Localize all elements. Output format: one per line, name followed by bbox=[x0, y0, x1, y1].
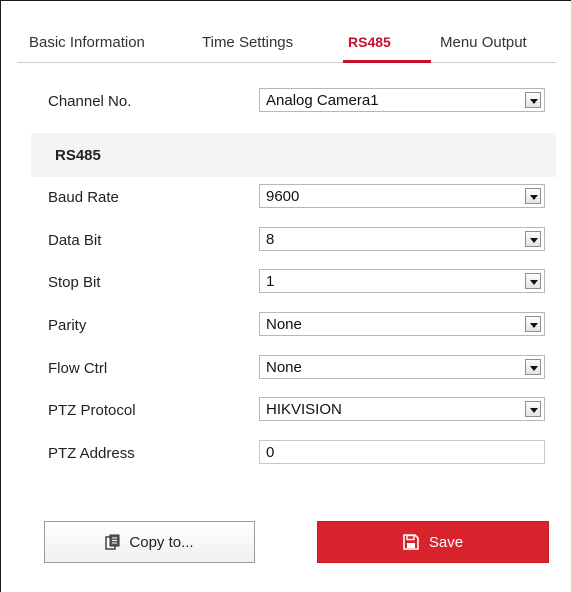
flow-ctrl-select[interactable]: None bbox=[259, 355, 545, 379]
parity-value: None bbox=[266, 316, 302, 333]
copy-to-button[interactable]: Copy to... bbox=[44, 521, 255, 563]
chevron-down-icon[interactable] bbox=[525, 92, 541, 108]
data-bit-select[interactable]: 8 bbox=[259, 227, 545, 251]
stop-bit-value: 1 bbox=[266, 273, 275, 290]
chevron-down-icon[interactable] bbox=[525, 231, 541, 247]
save-button[interactable]: Save bbox=[317, 521, 549, 563]
stop-bit-label: Stop Bit bbox=[48, 274, 101, 291]
channel-label: Channel No. bbox=[48, 93, 132, 110]
config-panel: Basic Information Time Settings RS485 Me… bbox=[0, 0, 571, 592]
ptz-protocol-select[interactable]: HIKVISION bbox=[259, 397, 545, 421]
chevron-down-icon[interactable] bbox=[525, 273, 541, 289]
baud-rate-value: 9600 bbox=[266, 188, 300, 205]
copy-icon bbox=[105, 534, 121, 550]
data-bit-label: Data Bit bbox=[48, 232, 102, 249]
parity-label: Parity bbox=[48, 317, 87, 334]
save-label: Save bbox=[428, 533, 464, 551]
chevron-down-icon[interactable] bbox=[525, 359, 541, 375]
ptz-protocol-value: HIKVISION bbox=[266, 401, 342, 418]
tab-rs485[interactable]: RS485 bbox=[348, 34, 391, 50]
stop-bit-select[interactable]: 1 bbox=[259, 269, 545, 293]
rs485-section-header: RS485 bbox=[31, 133, 556, 177]
copy-to-label: Copy to... bbox=[129, 533, 194, 551]
ptz-protocol-label: PTZ Protocol bbox=[48, 402, 136, 419]
ptz-address-label: PTZ Address bbox=[48, 445, 135, 462]
baud-rate-select[interactable]: 9600 bbox=[259, 184, 545, 208]
chevron-down-icon[interactable] bbox=[525, 316, 541, 332]
section-title: RS485 bbox=[55, 147, 101, 164]
active-tab-indicator bbox=[343, 60, 431, 63]
chevron-down-icon[interactable] bbox=[525, 401, 541, 417]
tab-menu-output[interactable]: Menu Output bbox=[440, 34, 527, 51]
tab-basic-information[interactable]: Basic Information bbox=[29, 34, 145, 51]
flow-ctrl-value: None bbox=[266, 359, 302, 376]
flow-ctrl-label: Flow Ctrl bbox=[48, 360, 108, 377]
save-icon bbox=[403, 534, 419, 550]
parity-select[interactable]: None bbox=[259, 312, 545, 336]
channel-select[interactable]: Analog Camera1 bbox=[259, 88, 545, 112]
baud-rate-label: Baud Rate bbox=[48, 189, 119, 206]
data-bit-value: 8 bbox=[266, 231, 275, 248]
channel-select-value: Analog Camera1 bbox=[266, 92, 379, 109]
tab-bar: Basic Information Time Settings RS485 Me… bbox=[17, 23, 556, 63]
tab-time-settings[interactable]: Time Settings bbox=[202, 34, 293, 51]
ptz-address-input[interactable] bbox=[259, 440, 545, 464]
chevron-down-icon[interactable] bbox=[525, 188, 541, 204]
